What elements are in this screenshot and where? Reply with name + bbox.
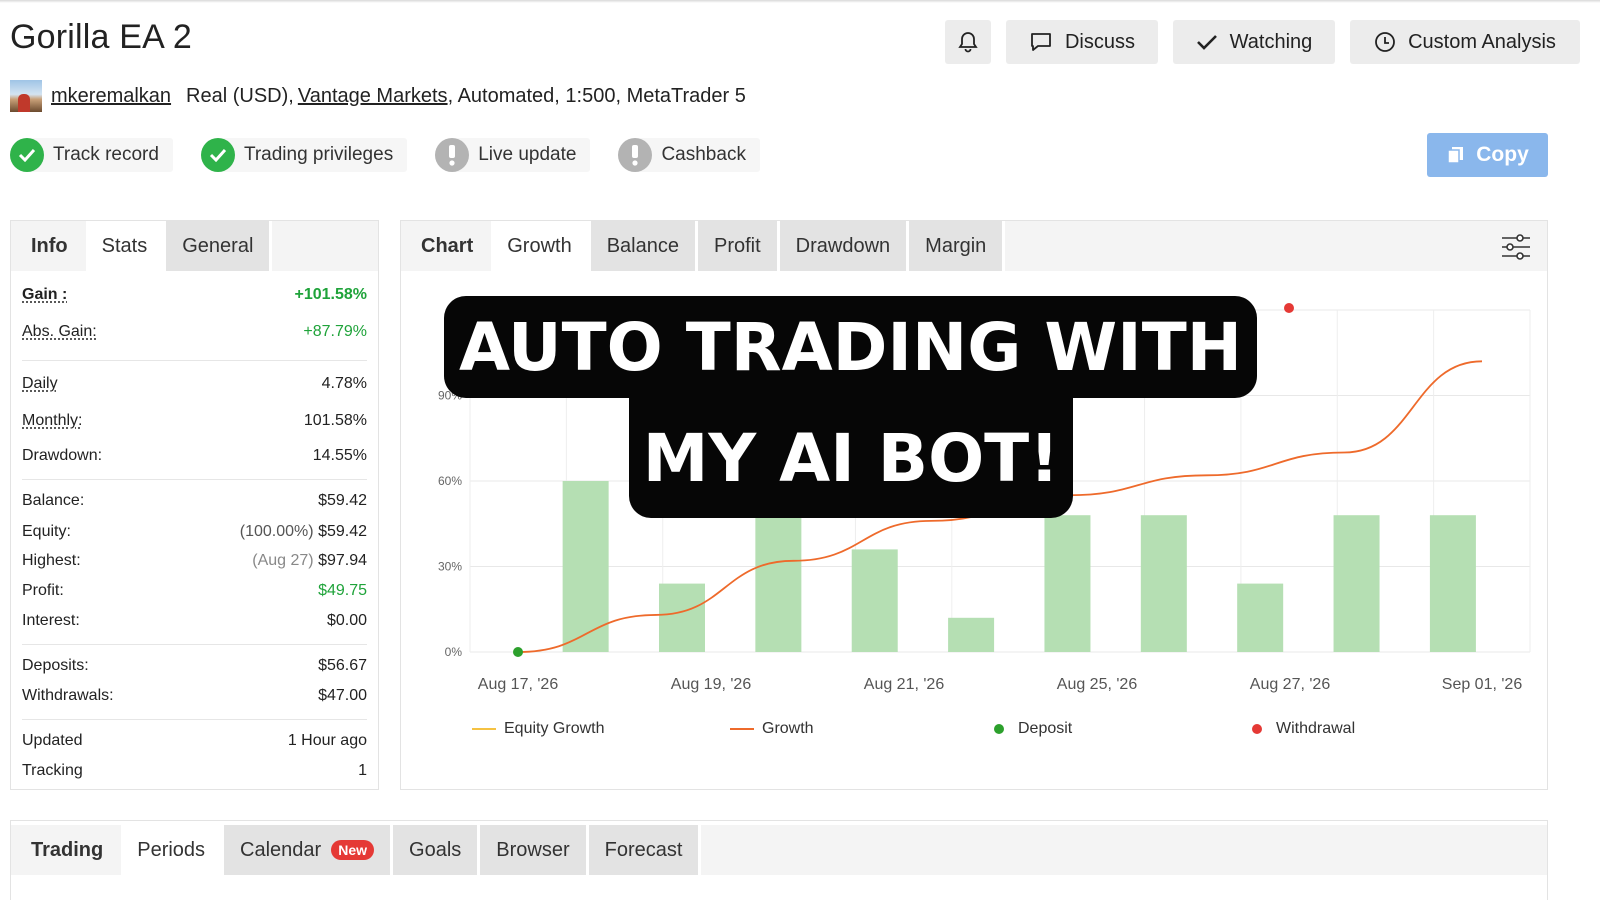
tab-periods[interactable]: Periods — [121, 825, 225, 875]
legend-swatch — [472, 728, 496, 730]
bar — [948, 617, 995, 652]
legend-swatch — [994, 724, 1004, 734]
bar — [755, 515, 802, 652]
x-tick-label: Aug 27, '26 — [1250, 676, 1331, 693]
overlay-caption-line2: MY AI BOT! — [629, 398, 1073, 518]
new-badge: New — [331, 840, 375, 860]
tab-calendar-label: Calendar — [240, 838, 322, 861]
bottom-tabbar: Trading Periods Calendar New Goals Brows… — [11, 825, 1547, 875]
legend-label: Withdrawal — [1276, 720, 1356, 737]
bar — [1333, 515, 1380, 652]
tab-calendar[interactable]: Calendar New — [224, 825, 394, 875]
bar — [1140, 515, 1187, 652]
legend-deposit[interactable]: Deposit — [994, 720, 1072, 738]
legend-swatch — [1252, 724, 1262, 734]
tab-trading[interactable]: Trading — [11, 825, 121, 875]
bar — [1044, 515, 1091, 652]
x-tick-label: Aug 19, '26 — [671, 676, 752, 693]
x-tick-label: Aug 21, '26 — [864, 676, 945, 693]
y-tick-label: 60% — [438, 474, 462, 488]
legend-label: Deposit — [1018, 720, 1073, 737]
x-tick-label: Aug 17, '26 — [478, 676, 559, 693]
bar — [1237, 583, 1284, 652]
y-tick-label: 0% — [445, 645, 463, 659]
legend-label: Growth — [762, 720, 814, 737]
tab-goals[interactable]: Goals — [393, 825, 481, 875]
x-tick-label: Sep 01, '26 — [1442, 676, 1523, 693]
legend-swatch — [730, 728, 754, 730]
tab-browser[interactable]: Browser — [480, 825, 589, 875]
x-tick-label: Aug 25, '26 — [1057, 676, 1138, 693]
legend-label: Equity Growth — [504, 720, 605, 737]
bar — [659, 583, 705, 652]
deposit-marker — [513, 647, 523, 657]
overlay-caption-line1: AUTO TRADING WITH — [444, 296, 1257, 398]
withdrawal-marker — [1284, 303, 1294, 313]
legend-equity-growth[interactable]: Equity Growth — [472, 720, 604, 738]
bar — [1429, 515, 1476, 652]
tab-forecast[interactable]: Forecast — [588, 825, 702, 875]
bar — [851, 549, 898, 652]
y-tick-label: 30% — [438, 560, 462, 574]
legend-growth[interactable]: Growth — [730, 720, 814, 738]
legend-withdrawal[interactable]: Withdrawal — [1252, 720, 1355, 738]
bottom-panel: Trading Periods Calendar New Goals Brows… — [10, 820, 1548, 900]
